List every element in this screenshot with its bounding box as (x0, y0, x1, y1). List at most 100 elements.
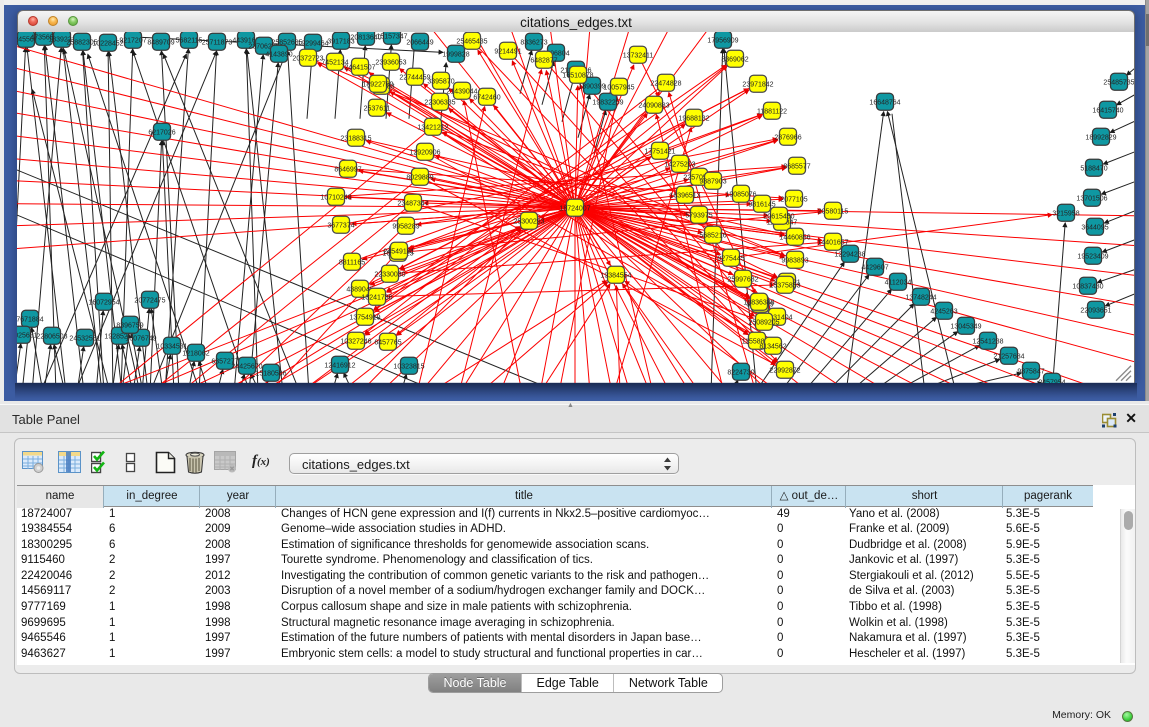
svg-text:22330030: 22330030 (374, 271, 405, 278)
svg-text:13748244: 13748244 (905, 294, 936, 301)
svg-text:8369062: 8369062 (721, 56, 748, 63)
svg-text:7671884: 7671884 (17, 316, 44, 323)
svg-text:6457765: 6457765 (374, 339, 401, 346)
svg-text:2876966: 2876966 (774, 134, 801, 141)
svg-text:21257684: 21257684 (993, 353, 1024, 360)
svg-text:20772475: 20772475 (134, 297, 165, 304)
svg-text:19384554: 19384554 (600, 272, 631, 279)
svg-text:16396513: 16396513 (669, 192, 700, 199)
svg-text:5682115: 5682115 (176, 37, 203, 44)
svg-text:13045349: 13045349 (950, 323, 981, 330)
svg-text:4245263: 4245263 (930, 308, 957, 315)
svg-text:2066449: 2066449 (406, 39, 433, 46)
svg-text:8134562: 8134562 (759, 343, 786, 350)
svg-text:19085076: 19085076 (725, 191, 756, 198)
svg-text:8489709: 8489709 (147, 39, 174, 46)
svg-text:9217207: 9217207 (119, 37, 146, 44)
svg-text:16648764: 16648764 (869, 99, 900, 106)
svg-text:16072954: 16072954 (88, 299, 119, 306)
svg-text:19832259: 19832259 (592, 99, 623, 106)
svg-text:3644095: 3644095 (1081, 224, 1108, 231)
svg-text:6482877: 6482877 (530, 57, 557, 64)
svg-text:2537611: 2537611 (364, 105, 391, 112)
svg-text:13701506: 13701506 (1076, 195, 1107, 202)
svg-text:12294238: 12294238 (834, 251, 865, 258)
svg-text:10837430: 10837430 (1072, 283, 1103, 290)
svg-text:14460856: 14460856 (779, 234, 810, 241)
svg-text:19688132: 19688132 (678, 115, 709, 122)
svg-text:23188315: 23188315 (340, 135, 371, 142)
svg-text:19523409: 19523409 (1077, 253, 1108, 260)
svg-text:8336273: 8336273 (520, 39, 547, 46)
svg-text:4112034: 4112034 (885, 279, 912, 286)
svg-text:23487347: 23487347 (397, 200, 428, 207)
svg-text:5793975: 5793975 (685, 212, 712, 219)
svg-text:9275445: 9275445 (717, 255, 744, 262)
svg-text:5188470: 5188470 (1080, 165, 1107, 172)
svg-text:23971842: 23971842 (742, 81, 773, 88)
svg-text:4429607: 4429607 (861, 264, 888, 271)
svg-text:23936053: 23936053 (375, 59, 406, 66)
svg-text:18992829: 18992829 (1085, 134, 1116, 141)
svg-text:11881122: 11881122 (757, 108, 787, 115)
svg-text:14275203: 14275203 (664, 161, 695, 168)
svg-text:22093651: 22093651 (1080, 307, 1111, 314)
svg-text:1890399: 1890399 (578, 83, 605, 90)
svg-text:16510878: 16510878 (562, 72, 593, 79)
svg-text:4143890: 4143890 (265, 51, 292, 58)
svg-text:10710248: 10710248 (320, 194, 351, 201)
svg-text:10323815: 10323815 (393, 363, 424, 370)
svg-text:5685216: 5685216 (699, 232, 726, 239)
svg-text:8685577: 8685577 (783, 163, 810, 170)
svg-text:8396759: 8396759 (116, 322, 143, 329)
svg-text:1218062: 1218062 (182, 350, 209, 357)
svg-text:6217026: 6217026 (148, 129, 175, 136)
svg-text:18922760: 18922760 (362, 81, 393, 88)
svg-text:22806503: 22806503 (36, 333, 67, 340)
svg-text:25300293: 25300293 (513, 218, 544, 225)
svg-text:24090883: 24090883 (638, 102, 669, 109)
svg-text:22474828: 22474828 (650, 80, 681, 87)
svg-text:15157347: 15157347 (376, 33, 407, 40)
svg-text:9875847: 9875847 (1017, 368, 1044, 375)
svg-text:12416912: 12416912 (324, 362, 355, 369)
svg-text:8224730: 8224730 (727, 369, 754, 376)
svg-text:22306335: 22306335 (424, 99, 455, 106)
svg-text:19299464: 19299464 (297, 40, 328, 47)
svg-text:9214491: 9214491 (494, 48, 521, 55)
svg-text:2077105: 2077105 (780, 196, 807, 203)
svg-text:3215958: 3215958 (1052, 210, 1079, 217)
svg-text:12541238: 12541238 (972, 338, 1003, 345)
svg-text:22744459: 22744459 (399, 74, 430, 81)
svg-text:8029889: 8029889 (406, 174, 433, 181)
svg-text:9983893: 9983893 (781, 257, 808, 264)
svg-text:12920906: 12920906 (409, 149, 440, 156)
svg-text:25089205: 25089205 (748, 319, 779, 326)
svg-text:25711873: 25711873 (202, 39, 233, 46)
svg-text:6742460: 6742460 (473, 94, 500, 101)
svg-text:15076749: 15076749 (125, 335, 156, 342)
svg-text:1999828: 1999828 (442, 51, 469, 58)
svg-text:20615450: 20615450 (763, 213, 794, 220)
svg-text:10057945: 10057945 (603, 84, 634, 91)
svg-text:9816145: 9816145 (748, 201, 775, 208)
svg-text:24425670: 24425670 (231, 363, 262, 370)
svg-text:14401657: 14401657 (817, 239, 848, 246)
svg-text:17956909: 17956909 (707, 37, 738, 44)
svg-text:24641507: 24641507 (344, 64, 375, 71)
svg-text:16415740: 16415740 (1092, 107, 1123, 114)
svg-text:9887903: 9887903 (699, 178, 726, 185)
svg-text:13732411: 13732411 (623, 52, 654, 59)
svg-text:8646997: 8646997 (334, 166, 361, 173)
svg-text:15180586: 15180586 (255, 370, 286, 377)
svg-text:8811165: 8811165 (339, 259, 365, 266)
svg-text:19836388: 19836388 (743, 299, 774, 306)
svg-text:20580115: 20580115 (818, 208, 849, 215)
svg-text:10334531: 10334531 (156, 343, 187, 350)
svg-text:25025631: 25025631 (17, 332, 38, 339)
svg-text:22992872: 22992872 (769, 367, 800, 374)
svg-text:25997682: 25997682 (727, 276, 758, 283)
svg-text:10327246: 10327246 (340, 338, 371, 345)
svg-text:25485735: 25485735 (1103, 79, 1134, 86)
svg-text:3677374: 3677374 (327, 222, 354, 229)
